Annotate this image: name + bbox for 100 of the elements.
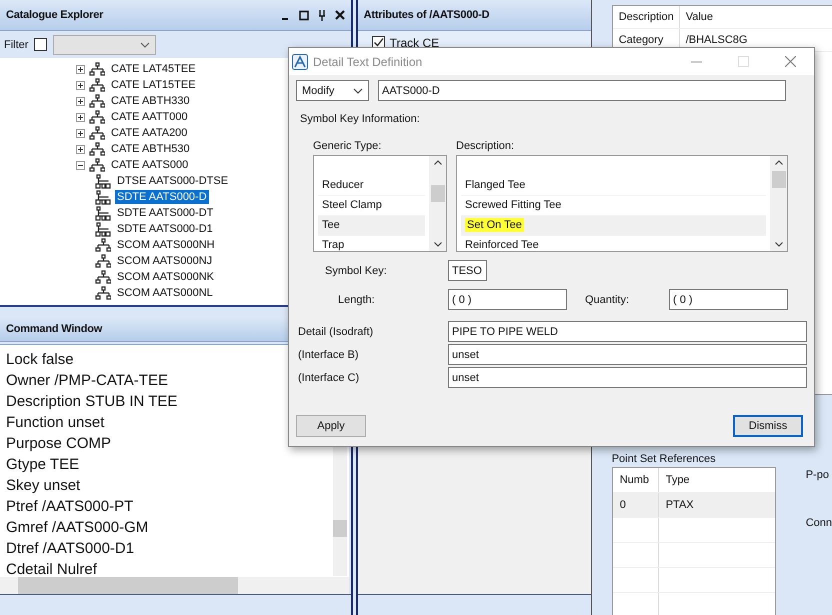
command-line: Owner /PMP-CATA-TEE xyxy=(6,371,168,391)
list-label: Description: xyxy=(456,140,516,152)
checkbox-label: Track CE xyxy=(390,36,440,50)
tree-item[interactable]: CATE AATS000 xyxy=(109,158,190,172)
panel-title: Attributes of /AATS000-D xyxy=(364,9,490,21)
expander-icon[interactable] xyxy=(76,128,85,138)
tree-item[interactable]: DTSE AATS000-DTSE xyxy=(115,174,230,188)
item-text: Reinforced Tee xyxy=(465,239,539,251)
text-field[interactable]: unset xyxy=(448,344,807,365)
chevron-up-icon[interactable] xyxy=(774,160,782,165)
list-item[interactable]: Reducer xyxy=(318,176,425,196)
item-text: Flanged Tee xyxy=(465,179,526,191)
hierarchy-icon xyxy=(95,238,111,252)
tree-item[interactable]: CATE LAT15TEE xyxy=(109,78,198,92)
tree-item[interactable]: SDTE AATS000-D1 xyxy=(115,222,215,236)
text-field[interactable]: PIPE TO PIPE WELD xyxy=(448,321,807,342)
table-cell-text: PTAX xyxy=(664,498,694,513)
field-label: (Interface B) xyxy=(297,348,360,360)
field-label: P-po xyxy=(806,469,830,481)
hierarchy-icon xyxy=(89,62,105,76)
item-text: Screwed Fitting Tee xyxy=(465,199,562,211)
vertical-scrollbar[interactable] xyxy=(770,156,787,251)
tree-item[interactable]: CATE AATT000 xyxy=(109,110,190,124)
tree-item[interactable]: SCOM AATS000NL xyxy=(115,286,215,300)
hierarchy-icon xyxy=(89,94,105,108)
item-text: Set On Tee xyxy=(465,218,524,232)
vertical-scrollbar[interactable] xyxy=(429,156,446,251)
mode-dropdown[interactable]: Modify xyxy=(296,80,369,101)
field-label: Symbol Key: xyxy=(324,264,388,276)
tree-item[interactable]: SCOM AATS000NH xyxy=(115,238,217,252)
chevron-down-icon xyxy=(353,88,363,94)
chevron-down-icon[interactable] xyxy=(774,242,782,247)
command-line: Ptref /AATS000-PT xyxy=(6,497,134,517)
section-label: Point Set References xyxy=(612,453,717,465)
expander-icon[interactable] xyxy=(76,96,85,106)
expander-icon[interactable] xyxy=(76,160,85,170)
tree-item[interactable]: SCOM AATS000NK xyxy=(115,270,216,284)
name-field[interactable]: AATS000-D xyxy=(378,80,786,101)
scrollbar-thumb[interactable] xyxy=(430,185,444,202)
maximize-icon xyxy=(738,56,749,67)
expander-icon[interactable] xyxy=(76,112,85,122)
column-header: Type xyxy=(664,473,690,488)
chevron-down-icon[interactable] xyxy=(434,242,442,247)
hierarchy-icon xyxy=(95,286,111,300)
close-icon[interactable] xyxy=(334,10,345,20)
chevron-up-icon[interactable] xyxy=(434,160,442,165)
hierarchy-icon xyxy=(89,78,105,92)
tree-item[interactable]: CATE LAT45TEE xyxy=(109,62,198,76)
tree-item[interactable]: SDTE AATS000-D xyxy=(115,190,209,204)
maximize-icon[interactable] xyxy=(298,10,309,20)
hierarchy-icon xyxy=(95,206,111,220)
list-item[interactable]: Trap xyxy=(318,236,425,251)
filter-checkbox[interactable] xyxy=(34,38,48,51)
hierarchy-icon xyxy=(89,110,105,124)
table-cell: 0 xyxy=(612,493,659,517)
expander-icon[interactable] xyxy=(76,144,85,154)
hierarchy-icon xyxy=(95,270,111,284)
app-logo-icon xyxy=(292,54,308,70)
list-item[interactable]: Reinforced Tee xyxy=(461,236,766,251)
tree-item[interactable]: SDTE AATS000-DT xyxy=(115,206,216,220)
command-line: Dtref /AATS000-D1 xyxy=(6,539,134,559)
horizontal-scrollbar[interactable] xyxy=(0,577,349,594)
command-line: Function unset xyxy=(6,413,104,433)
length-field[interactable]: ( 0 ) xyxy=(448,289,567,310)
scrollbar-thumb[interactable] xyxy=(772,171,786,188)
field-label: Detail (Isodraft) xyxy=(297,326,374,338)
pin-icon[interactable] xyxy=(318,10,326,20)
field-label: (Interface C) xyxy=(297,372,360,384)
symbol-key-field[interactable]: TESO xyxy=(448,260,487,281)
dialog-button[interactable]: Apply xyxy=(296,415,366,437)
expander-icon[interactable] xyxy=(76,64,85,74)
tree-item[interactable]: CATE AATA200 xyxy=(109,126,190,140)
hierarchy-icon xyxy=(89,142,105,156)
list-item[interactable]: Tee xyxy=(318,216,425,236)
command-line: Description STUB IN TEE xyxy=(6,392,178,412)
command-line: Gmref /AATS000-GM xyxy=(6,518,148,538)
quantity-field[interactable]: ( 0 ) xyxy=(669,289,788,310)
list-item[interactable]: Flanged Tee xyxy=(461,176,766,196)
tree-item[interactable]: SCOM AATS000NJ xyxy=(115,254,214,268)
hierarchy-icon xyxy=(95,254,111,268)
field-label: Conn xyxy=(806,517,832,529)
tree-item[interactable]: CATE ABTH330 xyxy=(109,94,192,108)
hierarchy-icon xyxy=(89,158,105,172)
filter-label: Filter xyxy=(4,38,28,50)
text-field[interactable]: unset xyxy=(448,367,807,388)
column-header: Numb xyxy=(612,468,659,492)
command-line: Gtype TEE xyxy=(6,455,80,475)
command-line: Skey unset xyxy=(6,476,80,496)
list-item[interactable]: Set On Tee xyxy=(461,216,766,236)
column-header: Description xyxy=(612,6,680,28)
section-label: Symbol Key Information: xyxy=(300,113,421,125)
panel-title: Command Window xyxy=(6,323,102,335)
field-label: Length: xyxy=(337,294,376,306)
hierarchy-icon xyxy=(95,190,111,204)
expander-icon[interactable] xyxy=(76,80,85,90)
tree-item[interactable]: CATE ABTH530 xyxy=(109,142,192,156)
dialog-button[interactable]: Dismiss xyxy=(733,415,803,437)
chevron-down-icon xyxy=(140,42,150,48)
column-header: Value xyxy=(684,11,714,23)
hierarchy-icon xyxy=(89,126,105,140)
